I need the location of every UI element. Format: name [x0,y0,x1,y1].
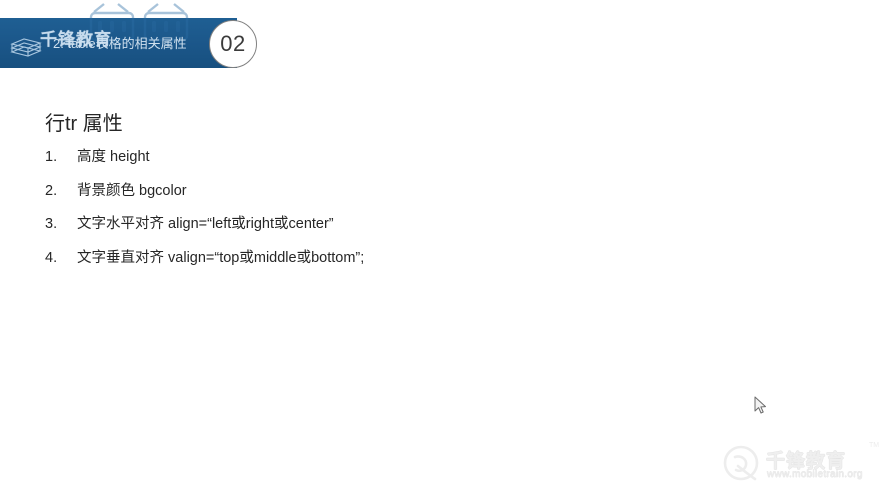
list-item-index: 1. [45,149,58,165]
brand-watermark-trademark: TM [869,442,880,449]
list-item: 4. 文字垂直对齐 valign=“top或middle或bottom”; [45,249,745,266]
brand-watermark: 千锋教育 www.mobiletrain.org TM [721,440,881,492]
list-item: 2. 背景颜色 bgcolor [45,182,745,199]
list-item-index: 2. [45,182,58,199]
list-item: 3. 文字水平对齐 align=“left或right或center” [45,217,745,232]
list-item-index: 4. [45,249,58,266]
list-item-label: 背景颜色 bgcolor [77,182,187,199]
section-number-badge: 02 [209,20,257,68]
brand-watermark-url: www.mobiletrain.org [767,469,863,480]
list-item-label: 高度 height [77,149,150,165]
header-logo-wordmark: 千锋教育 [40,30,112,49]
list-item-label: 文字垂直对齐 valign=“top或middle或bottom”; [77,249,365,266]
slide-content: 行tr 属性 1. 高度 height 2. 背景颜色 bgcolor 3. 文… [45,112,745,284]
brand-watermark-name: 千锋教育 [766,451,847,472]
property-list: 1. 高度 height 2. 背景颜色 bgcolor 3. 文字水平对齐 a… [45,150,745,265]
slide-canvas: 千锋教育 2. table表格的相关属性 02 行tr 属性 1. 高度 hei… [0,0,889,500]
mouse-pointer-icon [754,396,768,416]
qianfeng-q-logo-icon [721,444,763,491]
list-item: 1. 高度 height [45,150,745,165]
list-item-label: 文字水平对齐 align=“left或right或center” [77,216,334,232]
section-number-label: 02 [220,31,246,56]
page-title: 行tr 属性 [45,113,123,135]
list-item-index: 3. [45,216,58,232]
